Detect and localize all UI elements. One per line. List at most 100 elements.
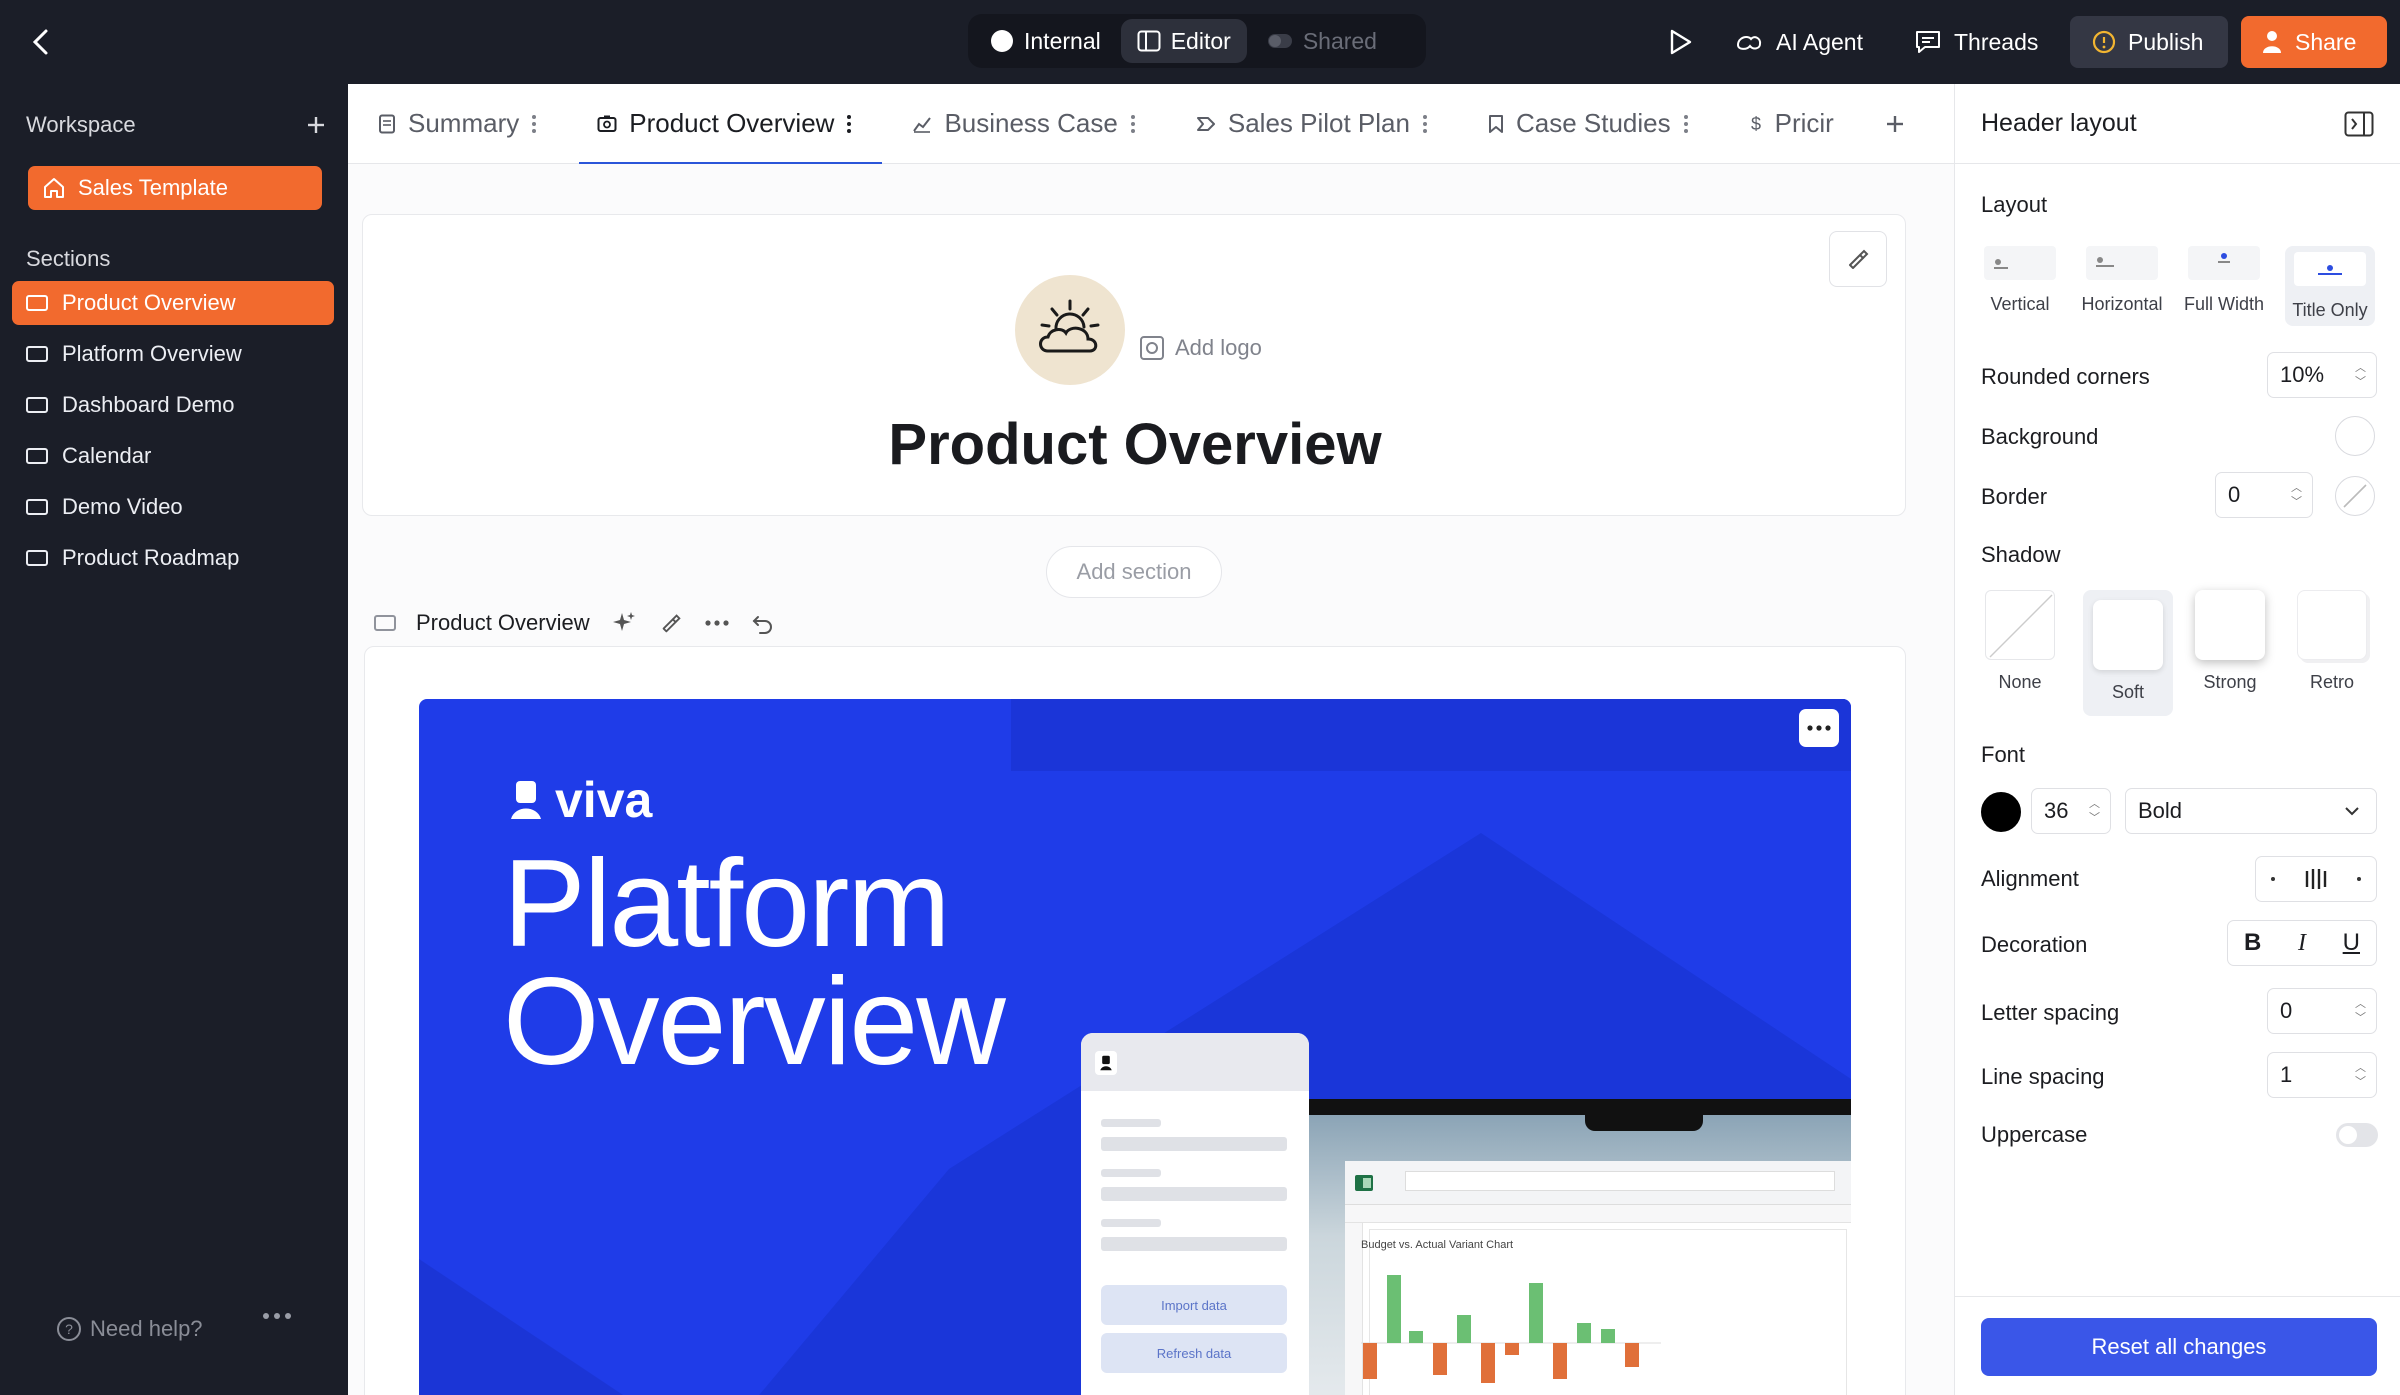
stepper-icon[interactable]: ︿ ﹀ [2089, 797, 2100, 825]
tab-label: Sales Pilot Plan [1227, 108, 1410, 138]
section-item-platform-overview[interactable]: Platform Overview [12, 332, 334, 376]
back-chevron-icon[interactable] [22, 22, 62, 62]
layout-option-vertical[interactable]: Vertical [1975, 246, 2065, 315]
sales-template-label: Sales Template [78, 175, 229, 200]
mode-shared[interactable]: Shared [1251, 19, 1393, 63]
slide-menu-button[interactable] [1799, 709, 1839, 747]
font-size-input[interactable]: 36 ︿ ﹀ [2031, 788, 2111, 834]
sparkle-icon[interactable] [610, 609, 638, 637]
kebab-menu-icon[interactable] [1683, 113, 1689, 135]
tab-summary[interactable]: Summary [348, 84, 567, 164]
font-weight-select[interactable]: Bold [2125, 788, 2377, 834]
header-card[interactable]: Add logo Product Overview [362, 214, 1906, 516]
tab-case-studies[interactable]: Case Studies [1458, 84, 1719, 164]
chat-icon [1914, 29, 1942, 55]
shadow-option-soft[interactable]: Soft [2083, 590, 2173, 716]
brush-icon[interactable] [1829, 231, 1887, 287]
tab-label: Case Studies [1515, 108, 1671, 138]
play-icon[interactable] [1666, 16, 1694, 68]
mini-bar [1409, 1331, 1423, 1343]
kebab-menu-icon[interactable] [846, 113, 852, 135]
stepper-icon[interactable]: ︿ ﹀ [2355, 997, 2366, 1025]
placeholder-line [1101, 1119, 1161, 1127]
layout-option-title-only[interactable]: Title Only [2285, 246, 2375, 326]
mini-bar [1625, 1343, 1639, 1367]
section-item-dashboard-demo[interactable]: Dashboard Demo [12, 383, 334, 427]
section-item-label: Dashboard Demo [62, 392, 235, 417]
stepper-icon[interactable]: ︿ ﹀ [2355, 361, 2366, 389]
border-color-swatch[interactable] [2335, 476, 2375, 516]
font-weight-value: Bold [2138, 798, 2183, 823]
decoration-control[interactable]: B I U [2227, 920, 2377, 966]
section-item-calendar[interactable]: Calendar [12, 434, 334, 478]
add-logo-button[interactable]: Add logo [1139, 335, 1262, 361]
stepper-icon[interactable]: ︿ ﹀ [2355, 1061, 2366, 1089]
slide-image[interactable]: viva Platform Overview Import data Refre… [419, 699, 1851, 1395]
ai-agent-button[interactable]: AI Agent [1734, 16, 1863, 68]
layout-option-horizontal[interactable]: Horizontal [2077, 246, 2167, 315]
collapse-panel-icon[interactable] [2344, 111, 2374, 137]
document-icon [378, 114, 396, 134]
shadow-option-none[interactable]: None [1975, 590, 2065, 693]
section-content-card: viva Platform Overview Import data Refre… [364, 646, 1906, 1395]
background-color-swatch[interactable] [2335, 416, 2375, 456]
panel-header [1081, 1033, 1309, 1091]
shadow-option-retro[interactable]: Retro [2287, 590, 2377, 693]
plus-icon[interactable] [306, 115, 326, 135]
bold-toggle[interactable]: B [2244, 929, 2261, 957]
more-horizontal-icon[interactable] [262, 1312, 292, 1320]
letter-spacing-input[interactable]: 0 ︿ ﹀ [2267, 988, 2377, 1034]
mode-internal[interactable]: Internal [974, 19, 1117, 63]
line-spacing-input[interactable]: 1 ︿ ﹀ [2267, 1052, 2377, 1098]
border-width-input[interactable]: 0 ︿ ﹀ [2215, 472, 2313, 518]
undo-icon[interactable] [750, 611, 776, 635]
stepper-icon[interactable]: ︿ ﹀ [2291, 481, 2302, 509]
slide-title: Platform Overview [503, 835, 1006, 1084]
kebab-menu-icon[interactable] [531, 113, 537, 135]
mode-editor[interactable]: Editor [1120, 19, 1247, 63]
align-left-icon[interactable] [2270, 876, 2276, 882]
mini-bar-chart [1361, 1275, 1661, 1383]
logo-image[interactable] [1015, 275, 1125, 385]
section-item-demo-video[interactable]: Demo Video [12, 485, 334, 529]
share-button[interactable]: Share [2241, 16, 2387, 68]
section-item-product-roadmap[interactable]: Product Roadmap [12, 536, 334, 580]
laptop-notch [1585, 1109, 1703, 1131]
uppercase-toggle[interactable] [2335, 1122, 2379, 1148]
add-tab-plus-icon[interactable] [1864, 113, 1906, 135]
add-section-button[interactable]: Add section [1046, 546, 1222, 598]
section-item-product-overview[interactable]: Product Overview [12, 281, 334, 325]
italic-toggle[interactable]: I [2298, 930, 2306, 957]
page-title[interactable]: Product Overview [363, 411, 1907, 478]
sales-template-button[interactable]: Sales Template [28, 166, 322, 210]
align-center-icon[interactable] [2304, 868, 2328, 890]
section-title[interactable]: Product Overview [416, 610, 590, 636]
font-color-swatch[interactable] [1981, 792, 2021, 832]
kebab-menu-icon[interactable] [1130, 113, 1136, 135]
mini-bar [1481, 1343, 1495, 1383]
threads-button[interactable]: Threads [1914, 16, 2038, 68]
tab-business-case[interactable]: Business Case [882, 84, 1165, 164]
toggle-icon [1267, 33, 1293, 49]
tab-product-overview[interactable]: Product Overview [567, 84, 883, 165]
shadow-option-strong[interactable]: Strong [2185, 590, 2275, 693]
align-right-icon[interactable] [2356, 876, 2362, 882]
underline-toggle[interactable]: U [2343, 929, 2360, 957]
kebab-menu-icon[interactable] [1422, 113, 1428, 135]
tab-sales-pilot-plan[interactable]: Sales Pilot Plan [1166, 84, 1458, 164]
reset-all-changes-button[interactable]: Reset all changes [1981, 1318, 2377, 1376]
rounded-corners-input[interactable]: 10% ︿ ﹀ [2267, 352, 2377, 398]
slide-title-line-1: Platform [503, 835, 951, 973]
tab-pricing[interactable]: $ Pricir [1719, 84, 1864, 164]
need-help-label: Need help? [90, 1316, 203, 1341]
brush-icon[interactable] [658, 610, 684, 636]
publish-button[interactable]: Publish [2070, 16, 2228, 68]
alignment-control[interactable] [2255, 856, 2377, 902]
uppercase-label: Uppercase [1981, 1122, 2088, 1147]
need-help-link[interactable]: ? Need help? [56, 1316, 203, 1342]
more-horizontal-icon[interactable] [704, 619, 730, 627]
section-item-label: Platform Overview [62, 341, 242, 366]
layout-option-full-width[interactable]: Full Width [2179, 246, 2269, 315]
layout-thumb-vertical [1984, 246, 2056, 280]
shadow-option-label: None [1998, 672, 2042, 692]
